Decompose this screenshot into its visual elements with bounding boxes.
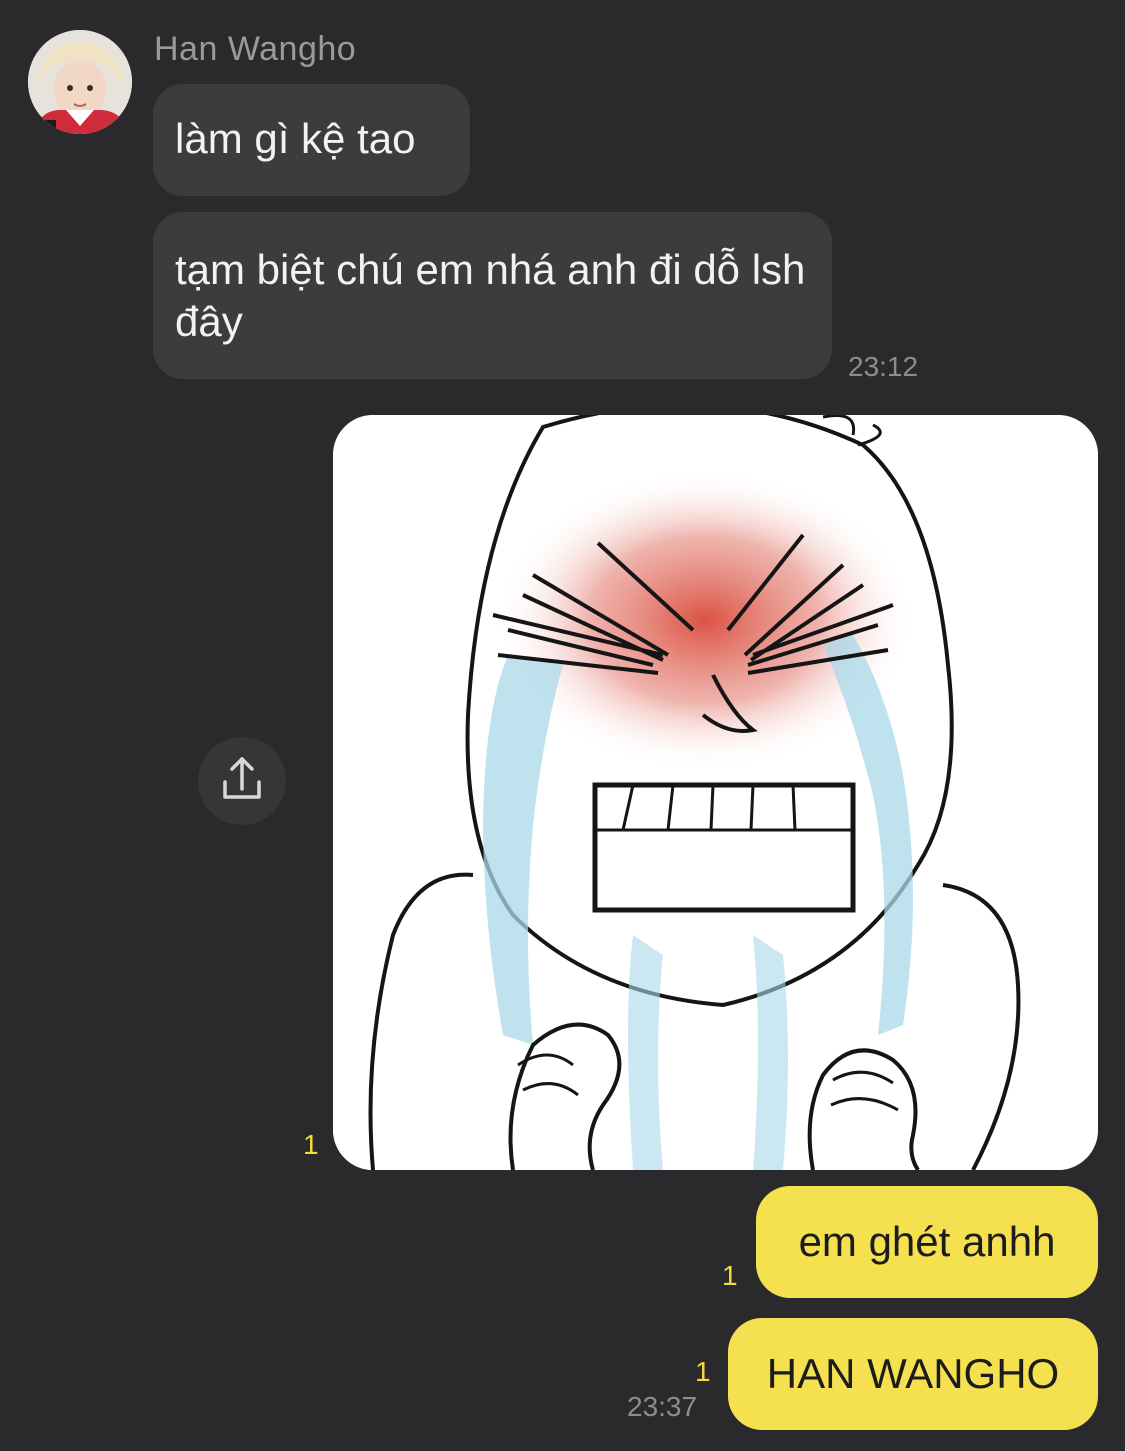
message-timestamp: 23:12 bbox=[848, 351, 919, 382]
sender-name: Han Wangho bbox=[154, 30, 357, 68]
outgoing-message[interactable]: em ghét anhh bbox=[756, 1186, 1098, 1298]
share-button[interactable] bbox=[198, 737, 286, 825]
sender-avatar[interactable] bbox=[28, 30, 132, 134]
message-text: em ghét anhh bbox=[798, 1218, 1056, 1265]
image-message[interactable] bbox=[333, 415, 1098, 1170]
unread-count: 1 bbox=[722, 1260, 738, 1291]
avatar-photo bbox=[28, 30, 132, 134]
share-icon bbox=[223, 757, 261, 799]
message-text: tạm biệt chú em nhá anh đi dỗ lsh đây bbox=[175, 246, 806, 345]
unread-count: 1 bbox=[303, 1129, 319, 1160]
message-text: làm gì kệ tao bbox=[175, 115, 416, 162]
message-text: HAN WANGHO bbox=[766, 1350, 1060, 1397]
outgoing-message[interactable]: HAN WANGHO bbox=[728, 1318, 1098, 1430]
unread-count: 1 bbox=[695, 1356, 711, 1387]
incoming-message[interactable]: tạm biệt chú em nhá anh đi dỗ lsh đây bbox=[153, 212, 832, 379]
incoming-message[interactable]: làm gì kệ tao bbox=[153, 84, 470, 196]
message-timestamp: 23:37 bbox=[627, 1391, 698, 1422]
crying-face-sticker bbox=[333, 415, 1098, 1170]
